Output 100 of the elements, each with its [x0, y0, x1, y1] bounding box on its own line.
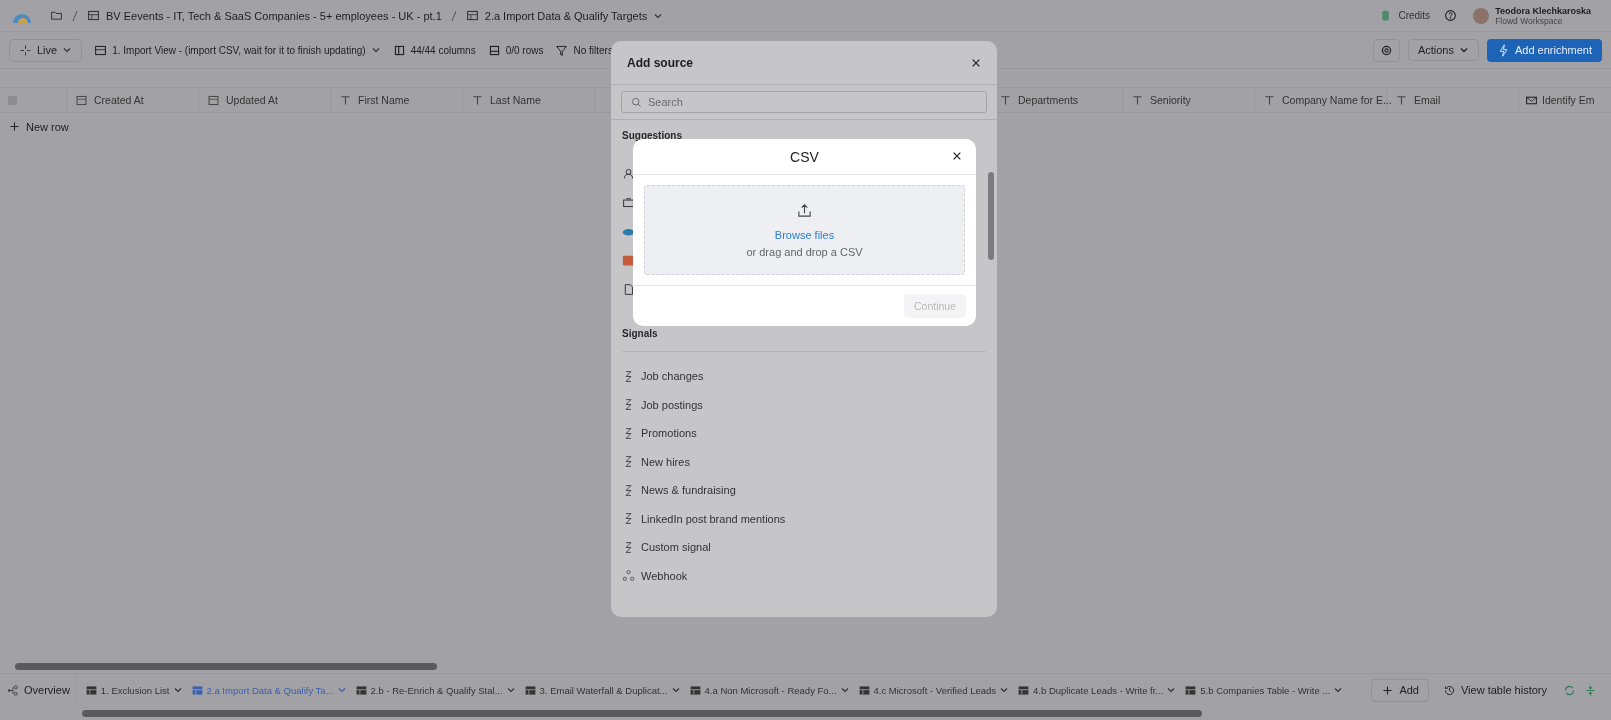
caret-icon — [336, 685, 347, 695]
column-header[interactable]: Identify Em — [1542, 94, 1595, 106]
actions-dropdown[interactable]: Actions — [1407, 39, 1479, 61]
section-heading: Suggestions — [622, 130, 683, 141]
caret-icon — [670, 685, 681, 695]
search-icon — [630, 96, 643, 109]
workspace-name: Flowd Workspace — [1495, 15, 1564, 26]
rows-button[interactable]: 0/0 rows — [487, 43, 544, 57]
dialog-scrollbar[interactable] — [988, 172, 994, 260]
text-type-icon — [339, 93, 352, 107]
breadcrumb-link[interactable]: 2.a Import Data & Qualify Targets — [484, 9, 648, 22]
folder-icon[interactable] — [50, 9, 63, 22]
breadcrumb-separator — [72, 9, 78, 22]
drop-hint: or drag and drop a CSV — [746, 245, 863, 258]
table-icon — [857, 683, 871, 697]
overview-icon — [6, 683, 19, 697]
sheet-tab[interactable]: 3. Email Waterfall & Duplicat... — [523, 683, 681, 697]
caret-icon — [1333, 685, 1344, 695]
person-icon[interactable] — [622, 167, 635, 180]
caret-icon — [62, 45, 73, 55]
breadcrumb-separator — [450, 9, 457, 22]
filter-icon — [555, 43, 569, 57]
columns-button[interactable]: 44/44 columns — [392, 43, 476, 57]
briefcase-icon[interactable] — [622, 196, 635, 209]
credits-link[interactable]: Credits — [1398, 10, 1431, 21]
history-icon — [1443, 683, 1456, 697]
sheet-tab[interactable]: 1. Exclusion List — [84, 683, 183, 697]
section-heading: Signals — [622, 328, 986, 352]
text-type-icon — [1131, 93, 1144, 107]
sheet-tab[interactable]: 2.b - Re-Enrich & Qualify Stal... — [354, 683, 516, 697]
signal-option[interactable]: Custom signal — [641, 541, 711, 554]
help-icon[interactable] — [1444, 9, 1458, 22]
table-icon — [94, 43, 108, 57]
add-tab-button[interactable]: Add — [1371, 678, 1429, 702]
view-dropdown[interactable]: 1. Import View - (import CSV, wait for it to finish updating) — [94, 43, 381, 57]
signal-option[interactable]: New hires — [641, 455, 690, 468]
caret-icon — [370, 45, 381, 55]
column-header[interactable]: Last Name — [490, 94, 541, 106]
new-row-button[interactable]: New row — [8, 120, 69, 133]
add-enrichment-button[interactable]: Add enrichment — [1486, 38, 1602, 62]
caret-icon — [1458, 45, 1469, 55]
signal-icon — [622, 512, 635, 526]
sheet-tab[interactable]: 4.c Microsoft - Verified Leads — [857, 683, 1010, 697]
calendar-icon — [75, 93, 88, 107]
signal-option[interactable]: Promotions — [641, 427, 697, 440]
signal-option[interactable]: Job postings — [641, 398, 703, 411]
settings-button[interactable] — [1372, 38, 1400, 62]
signal-option[interactable]: Webhook — [641, 569, 688, 582]
table-icon — [1184, 683, 1198, 697]
plus-icon — [8, 120, 21, 133]
signal-option[interactable]: Job changes — [641, 370, 704, 383]
live-dropdown[interactable]: Live — [9, 38, 83, 62]
view-history-button[interactable]: View table history — [1443, 683, 1547, 697]
caret-icon — [999, 685, 1010, 695]
signal-icon — [622, 455, 635, 469]
columns-icon — [392, 43, 406, 57]
signal-icon — [622, 483, 635, 497]
document-icon[interactable] — [622, 283, 635, 296]
text-type-icon — [1263, 93, 1276, 107]
column-header[interactable]: Email — [1414, 94, 1441, 106]
search-field[interactable]: Search — [621, 91, 987, 113]
rows-icon — [487, 43, 501, 57]
caret-icon — [839, 685, 850, 695]
signal-icon — [622, 540, 635, 554]
text-type-icon — [1395, 93, 1408, 107]
column-header[interactable]: Seniority — [1150, 94, 1191, 106]
column-header[interactable]: Updated At — [226, 94, 278, 106]
signal-icon — [622, 369, 635, 383]
column-header[interactable]: Created At — [94, 94, 144, 106]
filters-button[interactable]: No filters — [555, 43, 613, 57]
file-drop-zone[interactable]: Browse files or drag and drop a CSV — [644, 185, 965, 275]
table-icon — [84, 683, 98, 697]
app-logo-icon[interactable] — [622, 254, 635, 267]
caret-icon — [172, 685, 183, 695]
browse-files-link[interactable]: Browse files — [774, 228, 835, 241]
horizontal-scrollbar[interactable] — [15, 662, 437, 670]
caret-icon — [505, 685, 516, 695]
overview-tab[interactable]: Overview — [6, 675, 77, 705]
column-header[interactable]: Company Name for E... — [1282, 94, 1392, 106]
table-icon — [354, 683, 368, 697]
dialog-title: Add source — [627, 55, 693, 70]
tabs-scrollbar[interactable] — [82, 709, 1202, 717]
breadcrumb-link[interactable]: BV Eevents - IT, Tech & SaaS Companies - 5+ employees - UK - pt.1 — [106, 9, 442, 22]
sheet-tab[interactable]: 4.b Duplicate Leads - Write fr... — [1017, 683, 1177, 697]
column-header[interactable]: Departments — [1018, 94, 1079, 106]
column-header[interactable]: First Name — [358, 94, 410, 106]
settings-icon — [1379, 43, 1393, 57]
table-icon — [87, 9, 100, 22]
webhook-icon — [622, 569, 635, 583]
caret-icon — [1166, 685, 1177, 695]
sheet-tab[interactable]: 4.a Non Microsoft - Ready Fo... — [688, 683, 850, 697]
sheet-tab[interactable]: 5.b Companies Table - Write ... — [1184, 683, 1344, 697]
table-icon — [465, 9, 479, 22]
signal-option[interactable]: LinkedIn post brand mentions — [641, 512, 786, 525]
table-icon — [523, 683, 537, 697]
signal-option[interactable]: News & fundraising — [641, 484, 736, 497]
text-type-icon — [999, 93, 1012, 107]
close-icon[interactable] — [971, 57, 981, 68]
close-icon[interactable] — [952, 151, 962, 161]
table-icon — [1017, 683, 1031, 697]
